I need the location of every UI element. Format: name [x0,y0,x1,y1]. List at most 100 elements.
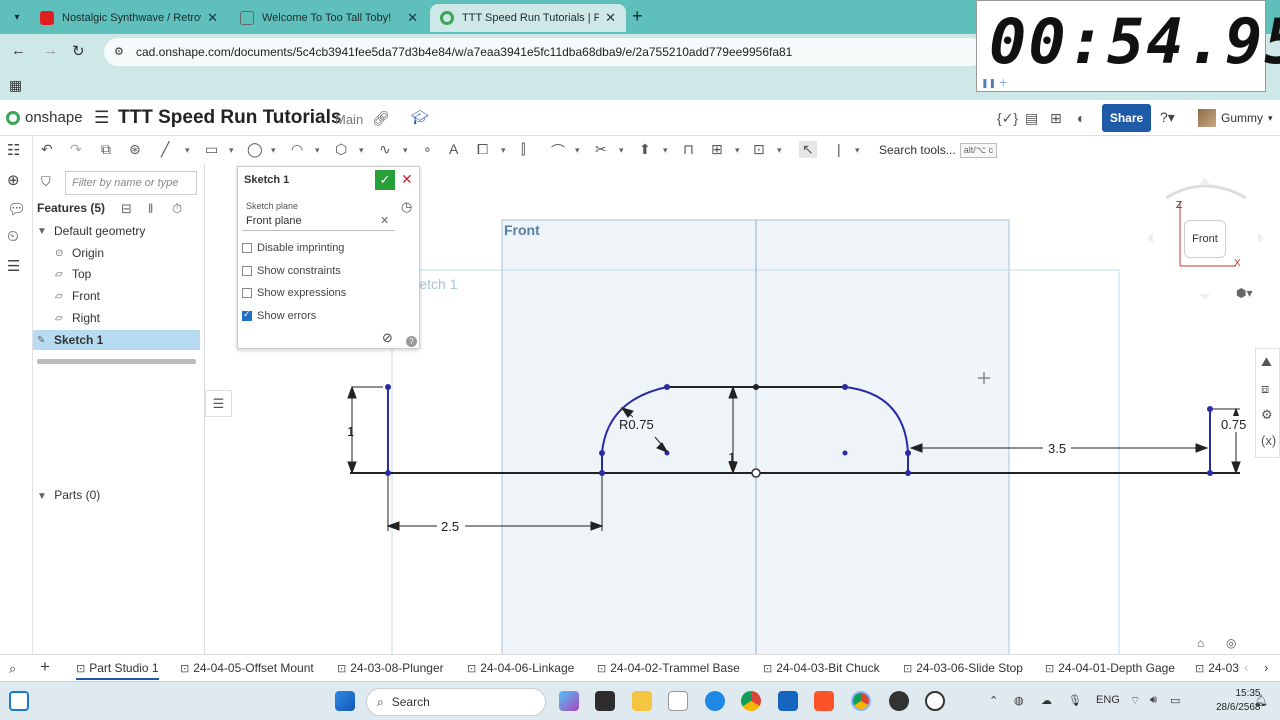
site-info-icon[interactable]: ⚙ [114,45,128,59]
sketch-point[interactable] [385,470,391,476]
mirror-tool-icon[interactable]: ⫿ [521,141,525,158]
tab-offset-mount[interactable]: ⊡ 24-04-05-Offset Mount [180,661,314,675]
app-store-icon[interactable]: ⊞ [1050,110,1062,127]
tab-bit-chuck[interactable]: ⊡ 24-04-03-Bit Chuck [763,661,880,675]
arc-center-point[interactable] [842,450,848,456]
close-icon[interactable]: ✕ [207,10,218,26]
option-show-constraints[interactable]: Show constraints [242,265,341,277]
reload-icon[interactable]: ↻ [72,42,85,60]
new-tab-button[interactable]: + [632,6,643,27]
appearance-icon[interactable]: ⛰ [1261,354,1272,370]
view-tool-icon[interactable]: ◎ [1226,636,1236,650]
tab-search-icon[interactable]: ▾ [6,7,28,27]
use-tool-icon[interactable]: ⬆ [639,141,651,158]
tree-item-origin[interactable]: ⊙ Origin [55,246,104,260]
edge-icon[interactable] [705,691,725,711]
sketch-point[interactable] [664,384,670,390]
chevron-down-icon[interactable]: ▾ [271,145,276,156]
chrome-active-icon[interactable] [851,691,871,711]
text-tool-icon[interactable]: A [449,141,458,157]
tab-plunger[interactable]: ⊡ 24-03-08-Plunger [337,661,444,675]
tree-item-right[interactable]: ▱ Right [55,311,100,325]
widgets-icon[interactable] [9,691,29,711]
sketch-point[interactable] [905,450,911,456]
chevron-up-icon[interactable]: ⌃ [989,694,998,707]
apps-icon[interactable]: ▦ [9,77,22,94]
filter-input[interactable]: Filter by name or type [65,171,197,195]
learning-icon[interactable]: 🎓︎ [411,109,429,126]
sketch-point[interactable] [385,384,391,390]
scroll-left-icon[interactable]: ‹ [1244,660,1248,675]
dimension-center-height-value[interactable]: 1 [728,450,735,465]
clock-icon[interactable]: ◷ [401,199,412,215]
feature-list-icon[interactable]: ☷ [7,141,20,159]
browser-tab-1[interactable]: Nostalgic Synthwave / Retrowa ✕ [30,4,228,32]
view-cube[interactable]: Z X Front ⬢▾ [1146,176,1270,306]
default-geometry-node[interactable]: ▼ Default geometry [37,224,145,238]
language-indicator[interactable]: ENG [1096,694,1120,706]
forward-icon[interactable]: → [43,42,58,59]
sketch-point[interactable] [1207,470,1213,476]
option-disable-imprinting[interactable]: Disable imprinting [242,242,344,254]
rectangle-tool-icon[interactable]: ▭ [205,141,218,158]
close-icon[interactable]: ✕ [407,10,418,26]
parts-node[interactable]: ▼ Parts (0) [37,488,100,502]
taskbar-search[interactable]: ⌕ Search [366,688,546,716]
checkbox[interactable] [242,288,252,298]
sketch-point[interactable] [599,450,605,456]
chevron-down-icon[interactable]: ▾ [185,145,190,156]
history-icon[interactable]: ⏲ [7,228,19,245]
dimension-tool-icon[interactable]: ⊓ [683,141,694,158]
dimension-radius-value[interactable]: R0.75 [619,417,654,432]
variables-icon[interactable]: (x) [1261,433,1276,448]
undo-icon[interactable]: ↶ [41,141,53,158]
origin-point[interactable] [751,468,761,478]
option-show-errors[interactable]: Show errors [242,309,316,322]
start-icon[interactable] [335,691,355,711]
clear-icon[interactable]: ✕ [380,214,389,227]
checkbox[interactable] [242,309,252,321]
chrome-icon[interactable] [741,691,761,711]
chevron-down-icon[interactable]: ▾ [777,145,782,156]
store-icon[interactable] [778,691,798,711]
wifi-icon[interactable]: ⌔ [1130,694,1140,708]
cancel-button[interactable]: ✕ [401,171,413,188]
comments-icon[interactable]: 💬︎ [7,200,26,218]
outline-icon[interactable]: ☰ [205,390,232,417]
chevron-down-icon[interactable]: ▾ [619,145,624,156]
view-cube-face[interactable]: Front [1184,220,1226,258]
browser-tab-3[interactable]: TTT Speed Run Tutorials | Part S ✕ [430,4,626,32]
image-tool-icon[interactable]: ⊡ [753,141,765,158]
checkbox[interactable] [242,266,252,276]
copilot-icon[interactable] [559,691,579,711]
reference-icon[interactable]: ⊘ [382,330,393,346]
tab-depth-gage[interactable]: ⊡ 24-04-01-Depth Gage [1045,661,1175,675]
notification-icon[interactable]: 🔔︎ [1254,694,1268,707]
accept-button[interactable]: ✓ [375,170,395,190]
tab-trammel-base[interactable]: ⊡ 24-04-02-Trammel Base [597,661,740,675]
branch-label[interactable]: Main [335,112,363,127]
mates-icon[interactable]: ⚙ [1261,407,1273,423]
trim-tool-icon[interactable]: ✂ [595,141,607,158]
cloud-icon[interactable]: ☁ [1041,694,1052,707]
parts-icon[interactable]: ⧈ [1261,381,1269,397]
dimension-left-height-value[interactable]: 1 [347,424,354,439]
file-explorer-icon[interactable] [632,691,652,711]
sketch-point[interactable] [753,384,759,390]
chevron-down-icon[interactable]: ▾ [855,145,860,156]
add-tab-button[interactable]: + [40,657,50,677]
snipping-tool-icon[interactable] [668,691,688,711]
tray-app-icon[interactable]: ◍ [1014,694,1024,707]
chevron-down-icon[interactable]: ▾ [501,145,506,156]
tree-item-sketch-1[interactable]: ✎ Sketch 1 [37,333,103,347]
app-icon[interactable] [889,691,909,711]
construction-tool-icon[interactable]: ↖ [799,141,817,158]
microphone-icon[interactable]: 🎙︎ [1068,694,1082,707]
brave-icon[interactable] [814,691,834,711]
help-icon[interactable]: ? [406,336,417,347]
search-tabs-icon[interactable]: ⌕ [9,661,16,677]
tree-item-top[interactable]: ▱ Top [55,267,91,281]
sketch-point[interactable] [1207,406,1213,412]
dimension-right-height-value[interactable]: 0.75 [1221,417,1246,432]
browser-tab-2[interactable]: Welcome To Too Tall Toby! ✕ [230,4,428,32]
